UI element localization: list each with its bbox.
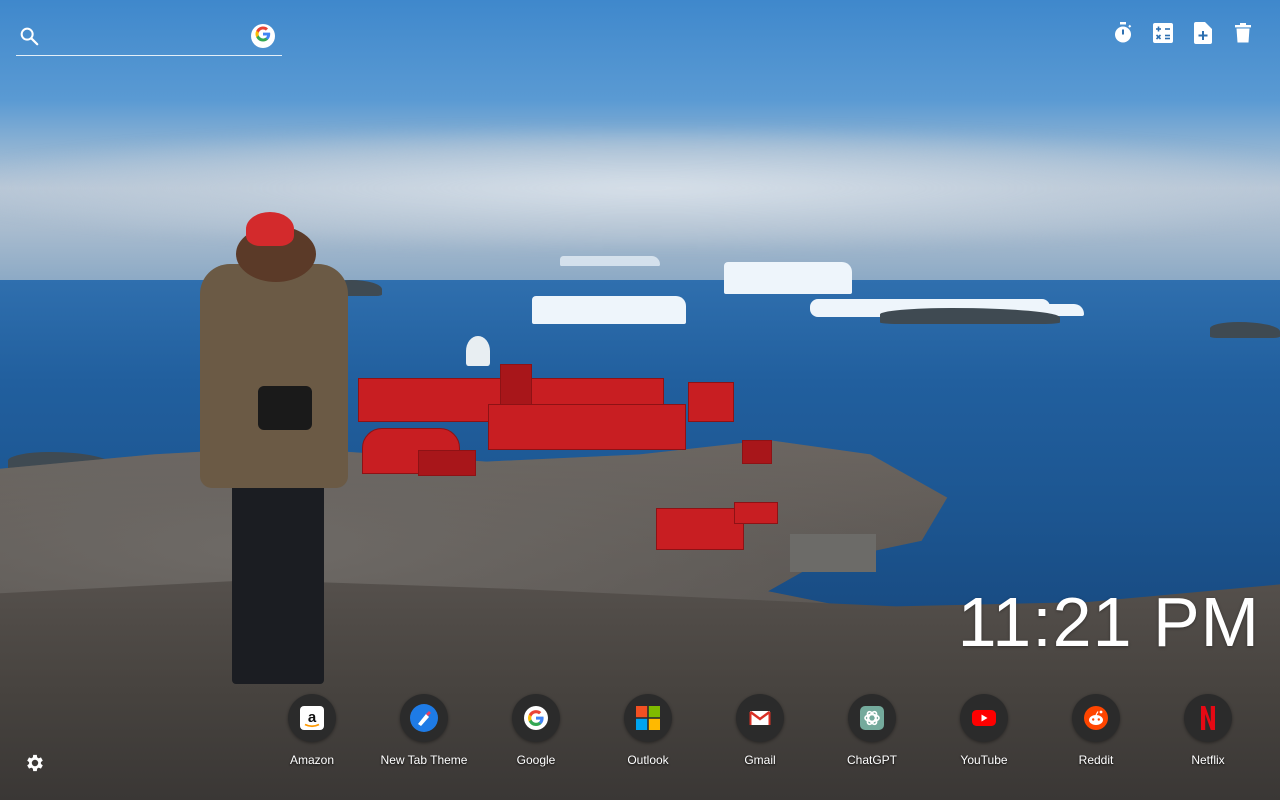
station-building	[418, 450, 476, 476]
radar-dome	[466, 336, 490, 366]
google-icon	[254, 25, 272, 48]
search-bar	[16, 20, 282, 56]
person-legs	[232, 478, 324, 684]
settings-button[interactable]	[24, 752, 48, 776]
shortcut-label: Outlook	[627, 753, 669, 767]
shortcut-label: Google	[516, 753, 556, 767]
shortcut-youtube[interactable]: YouTube	[928, 694, 1040, 772]
shortcut-label: Amazon	[289, 753, 335, 767]
gmail-icon	[736, 694, 784, 742]
person-bag	[258, 386, 312, 430]
station-building	[734, 502, 778, 524]
shortcut-label: Netflix	[1191, 753, 1225, 767]
chatgpt-icon	[848, 694, 896, 742]
toolbar	[1112, 21, 1254, 49]
shortcut-label: ChatGPT	[846, 753, 897, 767]
trash-icon	[1235, 22, 1251, 48]
far-island	[880, 308, 1060, 324]
svg-text:a: a	[308, 709, 317, 726]
shortcut-label: Gmail	[744, 753, 776, 767]
netflix-icon	[1184, 694, 1232, 742]
timer-icon	[1113, 21, 1133, 49]
shortcut-amazon[interactable]: a Amazon	[256, 694, 368, 772]
clock-time: 11:21 PM	[957, 583, 1260, 661]
shortcut-outlook[interactable]: Outlook	[592, 694, 704, 772]
station-building	[488, 404, 686, 450]
search-engine-button[interactable]	[251, 24, 275, 48]
station-building	[656, 508, 744, 550]
shortcut-label: New Tab Theme	[380, 753, 468, 767]
far-island	[1210, 322, 1280, 338]
shortcut-reddit[interactable]: Reddit	[1040, 694, 1152, 772]
shortcut-netflix[interactable]: Netflix	[1152, 694, 1264, 772]
shortcut-new-tab-theme[interactable]: New Tab Theme	[368, 694, 480, 772]
shortcut-chatgpt[interactable]: ChatGPT	[816, 694, 928, 772]
shortcut-dock: a Amazon New Tab Theme Google Outlook Gm…	[256, 694, 1264, 774]
gear-icon	[24, 754, 46, 778]
pier	[790, 534, 876, 572]
iceberg	[532, 296, 686, 324]
youtube-icon	[960, 694, 1008, 742]
wallpaper-background	[0, 0, 1280, 800]
amazon-icon: a	[288, 694, 336, 742]
new-tab-theme-icon	[400, 694, 448, 742]
shortcut-gmail[interactable]: Gmail	[704, 694, 816, 772]
shortcut-label: Reddit	[1078, 753, 1114, 767]
trash-button[interactable]	[1232, 22, 1254, 48]
person-hat	[246, 212, 294, 246]
search-icon[interactable]	[18, 25, 40, 47]
outlook-icon	[624, 694, 672, 742]
timer-button[interactable]	[1112, 21, 1134, 49]
iceberg	[724, 262, 852, 294]
search-input[interactable]	[50, 24, 240, 48]
station-building	[688, 382, 734, 422]
cloud-band	[0, 128, 1280, 248]
google-icon	[512, 694, 560, 742]
add-note-icon	[1194, 21, 1212, 49]
shortcut-google[interactable]: Google	[480, 694, 592, 772]
calculator-button[interactable]	[1152, 22, 1174, 48]
iceberg	[560, 256, 660, 266]
station-building	[742, 440, 772, 464]
shortcut-label: YouTube	[960, 753, 1008, 767]
calculator-icon	[1153, 22, 1173, 48]
add-note-button[interactable]	[1192, 21, 1214, 49]
reddit-icon	[1072, 694, 1120, 742]
person-coat	[200, 264, 348, 488]
